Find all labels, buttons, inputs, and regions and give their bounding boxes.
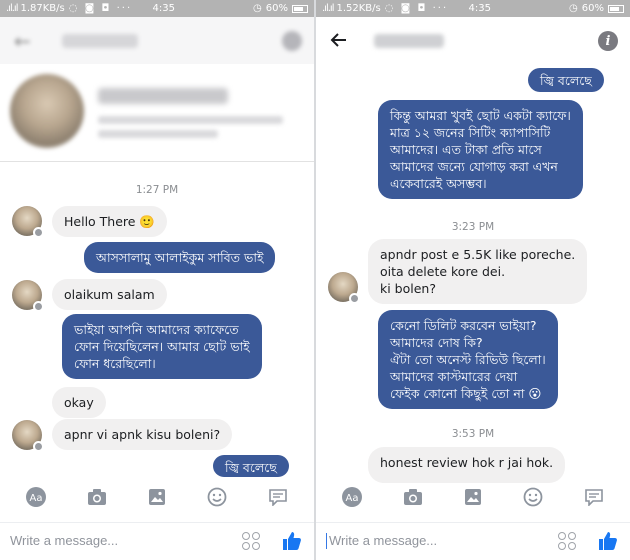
net-speed: 1.87KB/s xyxy=(20,3,65,14)
avatar[interactable] xyxy=(12,206,44,238)
alarm-icon: ◷ xyxy=(253,3,262,14)
composer xyxy=(0,522,314,558)
camera-icon[interactable] xyxy=(86,486,108,508)
sticker-icon[interactable] xyxy=(583,486,605,508)
composer-toolbar: Aa xyxy=(316,483,630,511)
message-incoming[interactable]: apnr vi apnk kisu boleni? xyxy=(52,419,233,450)
composer xyxy=(316,522,630,558)
profile-name-blurred xyxy=(98,88,228,104)
timestamp: 3:23 PM xyxy=(451,221,495,233)
camera-icon[interactable] xyxy=(402,486,424,508)
left-screen: .ıl.ıl 1.87KB/s ◌ ◙ ◘ ··· 4:35 ◷ 60% ← 1… xyxy=(0,0,314,560)
qr-code-icon[interactable] xyxy=(242,531,260,550)
info-icon[interactable] xyxy=(282,31,302,51)
notification-icons: ◌ ◙ ◘ ··· xyxy=(68,3,133,14)
profile-subtitle-blurred-2 xyxy=(98,130,218,138)
messenger-badge-icon xyxy=(33,441,44,452)
svg-text:Aa: Aa xyxy=(30,493,43,504)
message-incoming[interactable]: Hello There 🙂 xyxy=(52,206,167,237)
smiley-icon[interactable] xyxy=(206,486,228,508)
contact-name-blurred[interactable] xyxy=(374,33,444,48)
text-cursor xyxy=(326,532,327,549)
conversation-header: ← xyxy=(0,17,314,64)
message-incoming[interactable]: okay xyxy=(52,387,106,418)
signal-icon: .ıl.ıl xyxy=(322,3,335,14)
message-incoming[interactable]: honest review hok r jai hok. xyxy=(368,447,566,483)
message-outgoing[interactable]: জ্বি বলেছে xyxy=(213,455,289,477)
sticker-icon[interactable] xyxy=(267,486,289,508)
smiley-icon[interactable] xyxy=(522,486,544,508)
signal-icon: .ıl.ıl xyxy=(6,3,19,14)
status-bar: .ıl.ıl 1.52KB/s ◌ ◙ ◘ ··· 4:35 ◷ 60% xyxy=(316,0,630,17)
image-icon[interactable] xyxy=(462,486,484,508)
back-arrow-icon[interactable] xyxy=(330,31,350,51)
contact-name-blurred[interactable] xyxy=(62,33,138,48)
thumbs-up-icon[interactable] xyxy=(282,531,302,551)
avatar[interactable] xyxy=(12,420,44,452)
battery-level: 60% xyxy=(581,3,604,14)
status-time: 4:35 xyxy=(152,3,175,14)
aa-icon[interactable]: Aa xyxy=(341,486,363,508)
back-arrow-icon[interactable]: ← xyxy=(14,31,34,51)
profile-card xyxy=(0,64,314,162)
battery-icon xyxy=(292,4,308,13)
info-icon[interactable]: i xyxy=(598,31,618,51)
battery-level: 60% xyxy=(265,3,288,14)
message-incoming[interactable]: apndr post e 5.5K like poreche. oita del… xyxy=(368,239,588,304)
status-time: 4:35 xyxy=(468,3,491,14)
timestamp: 1:27 PM xyxy=(135,184,179,196)
profile-photo[interactable] xyxy=(10,74,84,148)
svg-text:Aa: Aa xyxy=(346,493,359,504)
message-outgoing[interactable]: আসসালামু আলাইকুম সাবিত ভাই xyxy=(84,242,276,273)
messenger-badge-icon xyxy=(33,301,44,312)
image-icon[interactable] xyxy=(146,486,168,508)
message-outgoing[interactable]: জ্বি বলেছে xyxy=(528,68,604,92)
message-outgoing[interactable]: কিন্তু আমরা খুবই ছোট একটা ক্যাফে। মাত্র … xyxy=(378,100,583,199)
composer-toolbar: Aa xyxy=(0,483,314,511)
profile-subtitle-blurred xyxy=(98,116,283,124)
aa-icon[interactable]: Aa xyxy=(25,486,47,508)
message-outgoing[interactable]: ভাইয়া আপনি আমাদের ক্যাফেতে ফোন দিয়েছিল… xyxy=(62,314,262,379)
status-bar: .ıl.ıl 1.87KB/s ◌ ◙ ◘ ··· 4:35 ◷ 60% xyxy=(0,0,314,17)
conversation-header: i xyxy=(316,17,630,64)
message-input[interactable] xyxy=(10,533,242,548)
alarm-icon: ◷ xyxy=(569,3,578,14)
message-input[interactable] xyxy=(329,533,558,548)
timestamp: 3:53 PM xyxy=(451,428,495,440)
battery-icon xyxy=(608,4,624,13)
thumbs-up-icon[interactable] xyxy=(598,531,618,551)
message-incoming[interactable]: olaikum salam xyxy=(52,279,167,310)
qr-code-icon[interactable] xyxy=(558,531,576,550)
messenger-badge-icon xyxy=(33,227,44,238)
notification-icons: ◌ ◙ ◘ ··· xyxy=(384,3,449,14)
net-speed: 1.52KB/s xyxy=(336,3,381,14)
avatar[interactable] xyxy=(12,280,44,312)
messenger-badge-icon xyxy=(349,293,360,304)
right-screen: .ıl.ıl 1.52KB/s ◌ ◙ ◘ ··· 4:35 ◷ 60% i জ… xyxy=(316,0,630,560)
message-outgoing[interactable]: কেনো ডিলিট করবেন ভাইয়া? আমাদের দোষ কি? … xyxy=(378,310,558,409)
avatar[interactable] xyxy=(328,272,360,304)
